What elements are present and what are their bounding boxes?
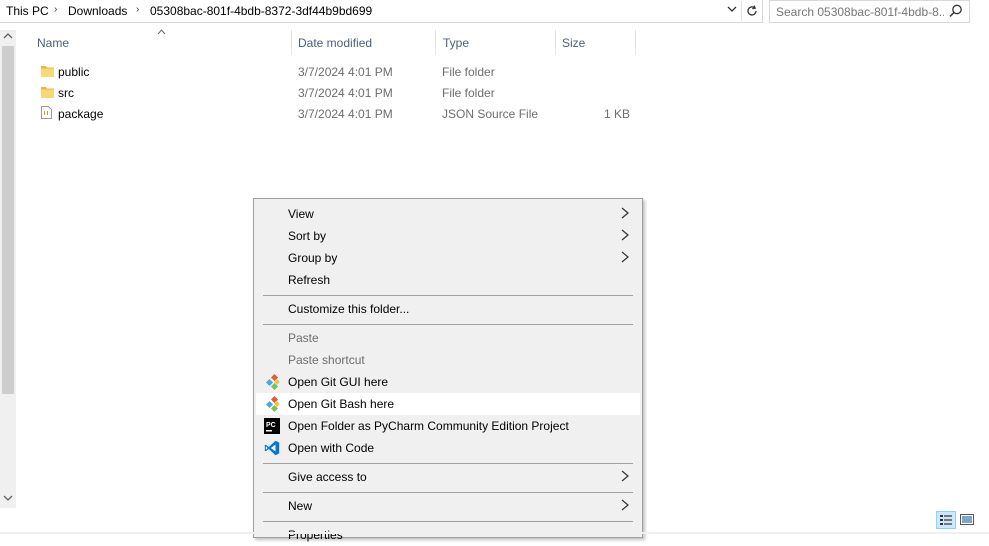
- file-name: package: [58, 107, 104, 121]
- menu-item-paste[interactable]: Paste: [256, 327, 640, 349]
- sort-ascending-icon: [157, 27, 166, 37]
- git-gui-icon: [264, 373, 280, 391]
- git-bash-icon: [264, 395, 280, 413]
- file-size: 1 KB: [604, 107, 631, 121]
- vscode-icon: [264, 440, 280, 456]
- large-icons-view-icon: [960, 514, 974, 525]
- file-name: src: [58, 86, 74, 100]
- chevron-right-icon: [620, 206, 630, 220]
- file-row[interactable]: src 3/7/2024 4:01 PM File folder: [35, 82, 635, 103]
- chevron-right-icon: [620, 469, 630, 483]
- chevron-right-icon: [620, 228, 630, 242]
- column-divider[interactable]: [555, 30, 556, 55]
- breadcrumb-separator-icon[interactable]: ›: [54, 4, 57, 15]
- menu-item-label: Sort by: [288, 229, 327, 243]
- large-icons-view-button[interactable]: [958, 511, 978, 529]
- svg-text:PC: PC: [266, 422, 276, 429]
- file-date: 3/7/2024 4:01 PM: [298, 86, 393, 100]
- menu-item-label: Properties: [288, 528, 343, 542]
- column-header-type[interactable]: Type: [443, 36, 469, 50]
- column-header-name[interactable]: Name: [37, 36, 69, 50]
- column-header-date-modified[interactable]: Date modified: [298, 36, 372, 50]
- column-divider[interactable]: [635, 30, 636, 55]
- scroll-up-icon[interactable]: [3, 32, 13, 43]
- details-view-button[interactable]: [936, 511, 956, 529]
- menu-item-open-git-bash[interactable]: Open Git Bash here: [256, 393, 640, 415]
- menu-separator: [263, 492, 633, 493]
- context-menu: View Sort by Group by Refresh Customize …: [253, 198, 643, 542]
- file-row[interactable]: public 3/7/2024 4:01 PM File folder: [35, 61, 635, 82]
- file-date: 3/7/2024 4:01 PM: [298, 107, 393, 121]
- address-bar[interactable]: This PC › Downloads › 05308bac-801f-4bdb…: [0, 0, 763, 23]
- breadcrumb-this-pc[interactable]: This PC: [6, 4, 49, 18]
- chevron-down-icon[interactable]: [724, 3, 740, 19]
- chevron-right-icon: [620, 250, 630, 264]
- json-file-icon: [41, 106, 52, 119]
- column-divider[interactable]: [435, 30, 436, 55]
- menu-item-label: View: [288, 207, 314, 221]
- file-row[interactable]: package 3/7/2024 4:01 PM JSON Source Fil…: [35, 103, 635, 124]
- vertical-scrollbar[interactable]: [0, 30, 16, 508]
- menu-item-view[interactable]: View: [256, 203, 640, 225]
- file-type: File folder: [442, 65, 495, 79]
- file-name: public: [58, 65, 90, 79]
- search-icon[interactable]: [948, 3, 964, 19]
- scrollbar-thumb[interactable]: [2, 46, 14, 394]
- file-type: JSON Source File: [442, 107, 539, 121]
- menu-item-give-access[interactable]: Give access to: [256, 466, 640, 488]
- menu-item-refresh[interactable]: Refresh: [256, 269, 640, 291]
- menu-item-label: Paste: [288, 331, 319, 345]
- file-type: File folder: [442, 86, 495, 100]
- menu-item-label: Group by: [288, 251, 338, 265]
- scroll-down-icon[interactable]: [3, 494, 13, 505]
- menu-item-label: New: [288, 499, 313, 513]
- breadcrumb-separator-icon[interactable]: ›: [136, 4, 139, 15]
- menu-separator: [263, 324, 633, 325]
- menu-item-label: Refresh: [288, 273, 331, 287]
- menu-item-open-git-gui[interactable]: Open Git GUI here: [256, 371, 640, 393]
- menu-item-label: Open Git Bash here: [288, 397, 395, 411]
- details-view-icon: [940, 515, 952, 525]
- search-box[interactable]: [769, 0, 970, 23]
- menu-item-label: Give access to: [288, 470, 367, 484]
- menu-item-paste-shortcut[interactable]: Paste shortcut: [256, 349, 640, 371]
- breadcrumb-downloads[interactable]: Downloads: [68, 4, 127, 18]
- menu-item-open-with-code[interactable]: Open with Code: [256, 437, 640, 459]
- menu-item-label: Paste shortcut: [288, 353, 365, 367]
- refresh-icon[interactable]: [741, 1, 762, 21]
- column-header-size[interactable]: Size: [562, 36, 585, 50]
- menu-item-label: Customize this folder...: [288, 302, 410, 316]
- file-date: 3/7/2024 4:01 PM: [298, 65, 393, 79]
- menu-item-label: Open Folder as PyCharm Community Edition…: [288, 419, 569, 433]
- column-divider[interactable]: [291, 30, 292, 55]
- search-input[interactable]: [776, 4, 944, 20]
- menu-item-customize-folder[interactable]: Customize this folder...: [256, 298, 640, 320]
- menu-item-open-pycharm[interactable]: PC Open Folder as PyCharm Community Edit…: [256, 415, 640, 437]
- breadcrumb-current-folder[interactable]: 05308bac-801f-4bdb-8372-3df44b9bd699: [150, 4, 372, 18]
- folder-icon: [41, 85, 54, 99]
- menu-separator: [263, 295, 633, 296]
- pycharm-icon: PC: [264, 418, 280, 434]
- menu-item-properties[interactable]: Properties: [256, 524, 640, 546]
- menu-item-group-by[interactable]: Group by: [256, 247, 640, 269]
- chevron-right-icon: [620, 498, 630, 512]
- menu-item-new[interactable]: New: [256, 495, 640, 517]
- menu-separator: [263, 463, 633, 464]
- menu-item-label: Open with Code: [288, 441, 375, 455]
- menu-item-sort-by[interactable]: Sort by: [256, 225, 640, 247]
- menu-item-label: Open Git GUI here: [288, 375, 389, 389]
- menu-separator: [263, 521, 633, 522]
- folder-icon: [41, 64, 54, 78]
